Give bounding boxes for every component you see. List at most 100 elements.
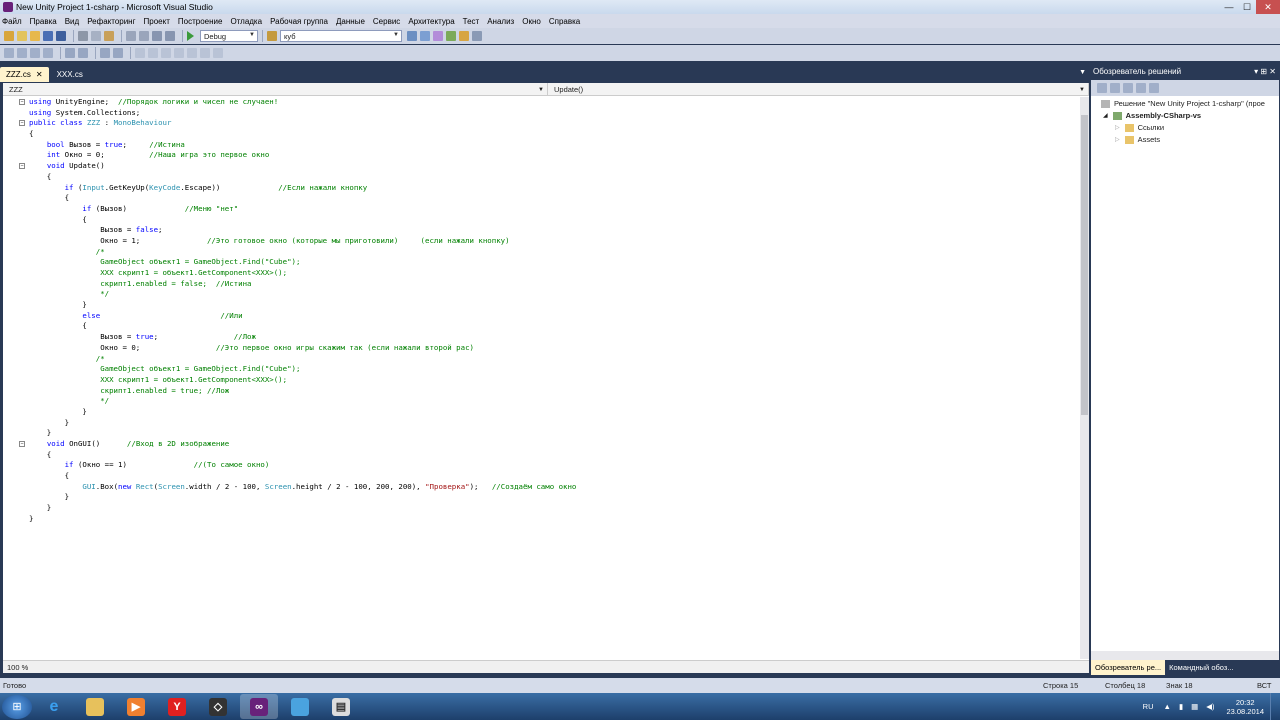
language-indicator[interactable]: RU bbox=[1143, 702, 1154, 711]
code-line[interactable]: { bbox=[3, 321, 1079, 332]
refresh-icon[interactable] bbox=[1123, 83, 1133, 93]
code-line[interactable]: } bbox=[3, 418, 1079, 429]
menu-item[interactable]: Окно bbox=[522, 17, 541, 26]
menu-item[interactable]: Сервис bbox=[373, 17, 400, 26]
maximize-button[interactable]: ☐ bbox=[1238, 0, 1256, 14]
tab-xxx-cs[interactable]: XXX.cs bbox=[51, 67, 89, 82]
vertical-scrollbar[interactable] bbox=[1080, 97, 1089, 659]
minimize-button[interactable]: — bbox=[1220, 0, 1238, 14]
solution-node[interactable]: Решение "New Unity Project 1-csharp" (пр… bbox=[1101, 99, 1265, 108]
tab-solution-explorer[interactable]: Обозреватель ре... bbox=[1091, 660, 1166, 675]
solution-config-select[interactable]: Debug ▼ bbox=[200, 30, 258, 42]
volume-icon[interactable]: ◀) bbox=[1206, 702, 1214, 711]
properties-icon[interactable] bbox=[1097, 83, 1107, 93]
tab-dropdown-icon[interactable]: ▼ bbox=[1079, 69, 1086, 76]
collapse-outline-icon[interactable]: − bbox=[19, 99, 25, 105]
taskbar-media[interactable]: ▶ bbox=[117, 694, 155, 719]
code-line[interactable]: } bbox=[3, 492, 1079, 503]
taskbar-ie[interactable]: e bbox=[35, 694, 73, 719]
menu-item[interactable]: Проект bbox=[144, 17, 170, 26]
code-line[interactable]: − void Update() bbox=[3, 161, 1079, 172]
member-dropdown[interactable]: Update() ▼ bbox=[548, 83, 1089, 96]
code-line[interactable]: } bbox=[3, 300, 1079, 311]
code-line[interactable]: скрипт1.enabled = false; //Истина bbox=[3, 279, 1079, 290]
code-line[interactable]: GUI.Box(new Rect(Screen.width / 2 - 100,… bbox=[3, 482, 1079, 493]
zoom-level[interactable]: 100 % bbox=[3, 663, 53, 672]
type-dropdown[interactable]: ZZZ ▼ bbox=[3, 83, 548, 96]
menu-item[interactable]: Тест bbox=[463, 17, 480, 26]
menu-item[interactable]: Данные bbox=[336, 17, 365, 26]
taskbar-monitor[interactable] bbox=[281, 694, 319, 719]
code-line[interactable]: if (Вызов) //Меню "нет" bbox=[3, 204, 1079, 215]
code-line[interactable]: if (Окно == 1) //(То самое окно) bbox=[3, 460, 1079, 471]
navigate-forward-icon[interactable] bbox=[165, 31, 175, 41]
save-all-icon[interactable] bbox=[56, 31, 66, 41]
collapse-outline-icon[interactable]: − bbox=[19, 441, 25, 447]
menu-item[interactable]: Отладка bbox=[230, 17, 262, 26]
horizontal-scrollbar[interactable] bbox=[1091, 651, 1279, 660]
taskbar-app[interactable]: ▤ bbox=[322, 694, 360, 719]
code-line[interactable]: using System.Collections; bbox=[3, 108, 1079, 119]
paste-icon[interactable] bbox=[104, 31, 114, 41]
taskbar-unity[interactable]: ◇ bbox=[199, 694, 237, 719]
code-line[interactable]: Вызов = true; //Лож bbox=[3, 332, 1079, 343]
menu-item[interactable]: Правка bbox=[30, 17, 57, 26]
bookmark-icon[interactable] bbox=[135, 48, 145, 58]
tab-team-explorer[interactable]: Командный обоз... bbox=[1165, 660, 1237, 675]
collapse-outline-icon[interactable]: − bbox=[19, 163, 25, 170]
copy-icon[interactable] bbox=[91, 31, 101, 41]
code-line[interactable]: { bbox=[3, 193, 1079, 204]
code-line[interactable]: − using UnityEngine; //Порядок логики и ч… bbox=[3, 97, 1079, 108]
code-line[interactable]: XXX скрипт1 = объект1.GetComponent<XXX>(… bbox=[3, 268, 1079, 279]
code-line[interactable]: { bbox=[3, 215, 1079, 226]
assets-node[interactable]: ▷ Assets bbox=[1115, 135, 1160, 144]
code-line[interactable]: */ bbox=[3, 289, 1079, 300]
start-button[interactable]: ⊞ bbox=[2, 694, 32, 719]
clear-bookmarks-icon[interactable] bbox=[200, 48, 210, 58]
next-bookmark-folder-icon[interactable] bbox=[187, 48, 197, 58]
menu-item[interactable]: Рабочая группа bbox=[270, 17, 328, 26]
code-line[interactable]: { bbox=[3, 129, 1079, 140]
find-combo[interactable]: куб ▼ bbox=[280, 30, 402, 42]
view-class-diagram-icon[interactable] bbox=[1149, 83, 1159, 93]
comment-out-icon[interactable] bbox=[100, 48, 110, 58]
view-code-icon[interactable] bbox=[1136, 83, 1146, 93]
open-file-icon[interactable] bbox=[30, 31, 40, 41]
collapsed-arrow-icon[interactable]: ▷ bbox=[1115, 136, 1120, 143]
start-debugging-icon[interactable] bbox=[187, 31, 194, 41]
member-list-icon[interactable] bbox=[4, 48, 14, 58]
code-line[interactable]: else //Или bbox=[3, 311, 1079, 322]
code-editor[interactable]: ZZZ ▼ Update() ▼ − using UnityEngine; //П… bbox=[3, 83, 1089, 673]
code-line[interactable]: bool Вызов = true; //Истина bbox=[3, 140, 1079, 151]
prev-bookmark-folder-icon[interactable] bbox=[174, 48, 184, 58]
menu-item[interactable]: Вид bbox=[65, 17, 79, 26]
code-line[interactable]: Вызов = false; bbox=[3, 225, 1079, 236]
network-icon[interactable]: ▦ bbox=[1191, 702, 1198, 711]
navigate-back-icon[interactable] bbox=[152, 31, 162, 41]
prev-bookmark-icon[interactable] bbox=[148, 48, 158, 58]
complete-word-icon[interactable] bbox=[43, 48, 53, 58]
menu-item[interactable]: Рефакторинг bbox=[87, 17, 135, 26]
code-line[interactable]: скрипт1.enabled = true; //Лож bbox=[3, 386, 1079, 397]
code-line[interactable]: int Окно = 0; //Наша игра это первое окн… bbox=[3, 150, 1079, 161]
menu-item[interactable]: Анализ bbox=[487, 17, 514, 26]
show-desktop-button[interactable] bbox=[1270, 693, 1280, 720]
close-tab-icon[interactable]: ✕ bbox=[36, 70, 43, 79]
find-in-files-icon[interactable] bbox=[267, 31, 277, 41]
collapse-outline-icon[interactable]: − bbox=[19, 120, 25, 127]
code-line[interactable]: { bbox=[3, 471, 1079, 482]
code-line[interactable]: − void OnGUI() //Вход в 2D изображение bbox=[3, 439, 1079, 450]
add-item-icon[interactable] bbox=[17, 31, 27, 41]
properties-icon[interactable] bbox=[433, 31, 443, 41]
code-line[interactable]: Окно = 0; //Это первое окно игры скажим … bbox=[3, 343, 1079, 354]
extension-manager-icon[interactable] bbox=[472, 31, 482, 41]
code-line[interactable]: } bbox=[3, 428, 1079, 439]
code-line[interactable]: /* bbox=[3, 247, 1079, 258]
menu-item[interactable]: Файл bbox=[2, 17, 22, 26]
taskbar-yandex[interactable]: Y bbox=[158, 694, 196, 719]
code-line[interactable]: { bbox=[3, 172, 1079, 183]
code-line[interactable]: */ bbox=[3, 396, 1079, 407]
expand-arrow-icon[interactable]: ◢ bbox=[1103, 112, 1108, 119]
next-bookmark-icon[interactable] bbox=[161, 48, 171, 58]
show-all-files-icon[interactable] bbox=[1110, 83, 1120, 93]
